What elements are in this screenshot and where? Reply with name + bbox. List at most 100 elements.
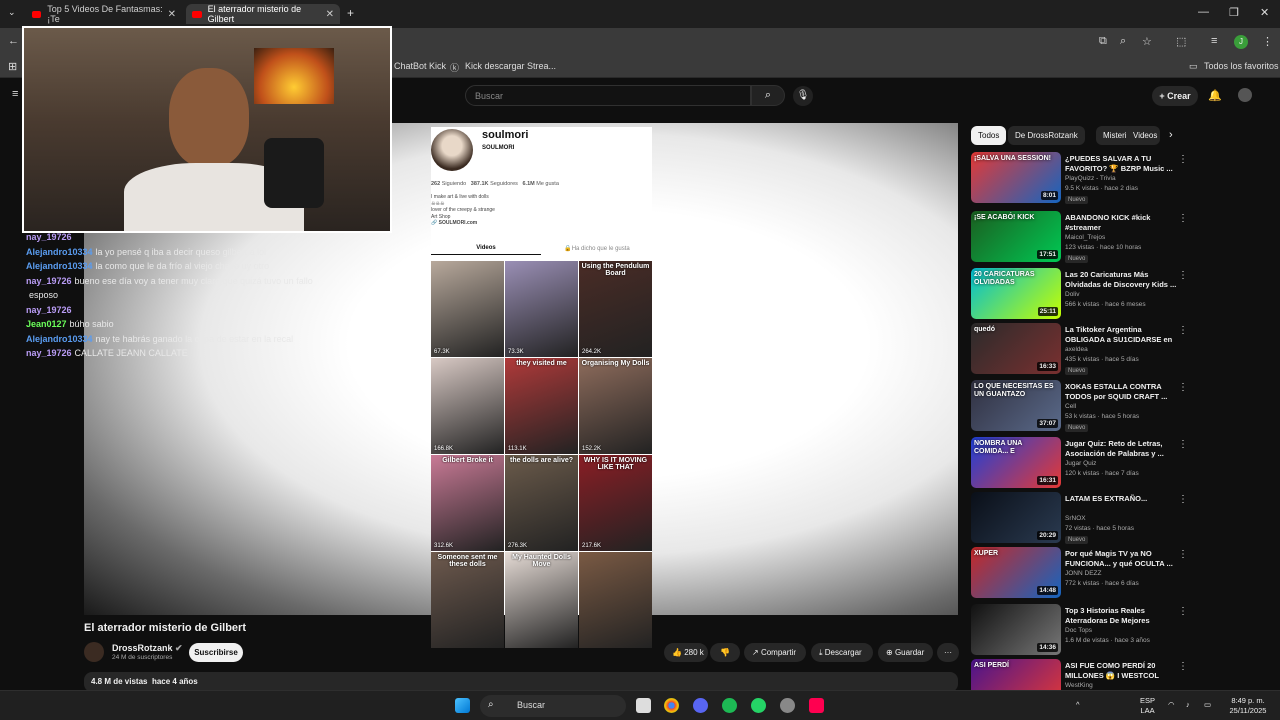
save-button[interactable]: ⊕ Guardar [878, 643, 933, 662]
hamburger-menu-icon[interactable]: ≡ [12, 88, 18, 100]
chip-dross[interactable]: De DrossRotzank [1008, 126, 1085, 145]
more-options-icon[interactable]: ⋮ [1178, 213, 1188, 224]
recommended-video[interactable]: quedó 16:33 La Tiktoker Argentina OBLIGADA… [971, 323, 1271, 377]
video-thumbnail[interactable]: LO QUE NECESITAS ES UN GUANTAZO 37:07 [971, 380, 1061, 431]
chip-todos[interactable]: Todos [971, 126, 1007, 145]
recommended-video[interactable]: NOMBRA UNA COMIDA... E 16:31 Jugar Quiz: R… [971, 437, 1271, 491]
channel-name[interactable]: Jugar Quiz [1065, 460, 1096, 467]
tiktok-video-thumbnail[interactable]: My Haunted Dolls Move [505, 552, 578, 648]
chat-username[interactable]: nay_19726 [26, 305, 72, 315]
spotify-icon[interactable] [722, 698, 737, 713]
whatsapp-icon[interactable] [751, 698, 766, 713]
channel-name[interactable]: JONN DEZZ [1065, 570, 1101, 577]
apps-icon[interactable]: ⊞ [8, 60, 17, 73]
channel-name[interactable]: Doliv [1065, 291, 1079, 298]
video-title[interactable]: Jugar Quiz: Reto de Letras, Asociación d… [1065, 439, 1177, 459]
minimize-icon[interactable]: — [1198, 6, 1209, 18]
channel-name[interactable]: WestKing [1065, 682, 1093, 689]
channel-name[interactable]: DrossRotzank ✔ [112, 643, 183, 654]
bookmark-kick-descargar[interactable]: Kick descargar Strea... [465, 61, 556, 71]
more-options-icon[interactable]: ⋮ [1178, 439, 1188, 450]
subscribe-button[interactable]: Suscribirse [189, 643, 243, 662]
tiktok-video-thumbnail[interactable]: the dolls are alive? 276.3K [505, 455, 578, 551]
cast-icon[interactable]: ⧉ [1099, 35, 1107, 48]
tiktok-video-thumbnail[interactable]: 166.8K [431, 358, 504, 454]
bookmark-star-icon[interactable]: ☆ [1142, 35, 1152, 48]
like-button[interactable]: 👍 280 k [664, 643, 708, 662]
video-title[interactable]: LATAM ES EXTRAÑO... [1065, 494, 1177, 504]
channel-name[interactable]: SrNOX [1065, 515, 1086, 522]
video-description[interactable]: 4.8 M de vistas hace 4 años [84, 672, 958, 692]
video-title[interactable]: ASI FUE COMO PERDÍ 20 MILLONES 😱 I WESTC… [1065, 661, 1177, 681]
video-thumbnail[interactable]: ¡SALVA UNA SESSION! 8:01 [971, 152, 1061, 203]
more-options-icon[interactable]: ⋮ [1178, 661, 1188, 672]
channel-name[interactable]: Cell [1065, 403, 1076, 410]
discord-icon[interactable] [693, 698, 708, 713]
profile-avatar[interactable]: J [1234, 35, 1248, 49]
back-icon[interactable]: ← [8, 35, 19, 47]
chat-username[interactable]: Alejandro10334 [26, 247, 93, 257]
tiktok-video-thumbnail[interactable]: Organising My Dolls 152.2K [579, 358, 652, 454]
reading-list-icon[interactable]: ≡ [1211, 35, 1217, 47]
create-button[interactable]: + Crear [1152, 86, 1198, 106]
video-title[interactable]: Por qué Magis TV ya NO FUNCIONA... y qué… [1065, 549, 1177, 569]
video-title[interactable]: ABANDONO KICK #kick #streamer [1065, 213, 1177, 233]
tiktok-icon[interactable] [809, 698, 824, 713]
more-options-icon[interactable]: ⋮ [1178, 270, 1188, 281]
more-options-icon[interactable]: ⋮ [1178, 549, 1188, 560]
channel-name[interactable]: Doc Tops [1065, 627, 1092, 634]
tab-ghost-videos[interactable]: Top 5 Videos De Fantasmas: ¡Te ✕ [26, 4, 182, 24]
start-icon[interactable] [455, 698, 470, 713]
video-title[interactable]: XOKAS ESTALLA CONTRA TODOS por SQUID CRA… [1065, 382, 1177, 402]
tab-videos[interactable]: Videos [431, 245, 541, 255]
channel-name[interactable]: PlayQuizz - Trivia [1065, 175, 1116, 182]
chip-videos[interactable]: Videos [1126, 126, 1160, 145]
notifications-bell-icon[interactable]: 🔔 [1208, 89, 1222, 102]
video-thumbnail[interactable]: NOMBRA UNA COMIDA... E 16:31 [971, 437, 1061, 488]
recommended-video[interactable]: XUPER 14:48 Por qué Magis TV ya NO FUNCION… [971, 547, 1271, 601]
video-title[interactable]: ¿PUEDES SALVAR A TU FAVORITO? 🏆 BZRP Mus… [1065, 154, 1177, 174]
video-thumbnail[interactable]: quedó 16:33 [971, 323, 1061, 374]
bookmark-chatbot-kick[interactable]: ChatBot Kick [394, 61, 446, 71]
tab-liked[interactable]: 🔒Ha dicho que le gusta [542, 245, 652, 252]
recommended-video[interactable]: 20:29 LATAM ES EXTRAÑO... SrNOX 72 vistas ·… [971, 492, 1271, 546]
channel-name[interactable]: Maicol_Trejos [1065, 234, 1105, 241]
video-title[interactable]: La Tiktoker Argentina OBLIGADA a SU1CIDA… [1065, 325, 1177, 346]
recommended-video[interactable]: ¡SE ACABÓ! KICK 17:51 ABANDONO KICK #kick … [971, 211, 1271, 265]
more-options-icon[interactable]: ⋮ [1178, 154, 1188, 165]
clock[interactable]: 8:49 p. m. 25/11/2025 [1222, 696, 1274, 716]
battery-icon[interactable]: ▭ [1204, 700, 1211, 710]
tiktok-video-thumbnail[interactable]: 73.3K [505, 261, 578, 357]
menu-icon[interactable]: ⋮ [1262, 35, 1273, 48]
video-thumbnail[interactable]: ¡SE ACABÓ! KICK 17:51 [971, 211, 1061, 262]
more-actions-button[interactable]: ··· [937, 643, 959, 662]
share-button[interactable]: ↗ Compartir [744, 643, 806, 662]
new-tab-button[interactable]: + [347, 6, 354, 20]
search-input[interactable]: Buscar [465, 85, 751, 106]
taskbar-search[interactable]: Buscar [480, 695, 626, 717]
zoom-icon[interactable]: ⌕ [1120, 35, 1126, 48]
tab-list-icon[interactable]: ⌄ [8, 7, 16, 18]
tiktok-video-thumbnail[interactable]: Using the Pendulum Board 264.2K [579, 261, 652, 357]
tiktok-video-thumbnail[interactable]: they visited me 113.1K [505, 358, 578, 454]
download-button[interactable]: ⤓ Descargar [811, 643, 873, 662]
dislike-button[interactable]: 👎 [710, 643, 740, 662]
account-avatar[interactable] [1238, 88, 1252, 102]
recommended-video[interactable]: 14:36 Top 3 Historias Reales Aterradoras … [971, 604, 1271, 658]
channel-avatar[interactable] [84, 642, 104, 662]
wifi-icon[interactable]: ◠ [1168, 700, 1175, 710]
keyboard-language[interactable]: ESP LAA [1140, 696, 1155, 716]
all-bookmarks[interactable]: Todos los favoritos [1204, 61, 1279, 71]
task-view-icon[interactable] [636, 698, 651, 713]
more-options-icon[interactable]: ⋮ [1178, 325, 1188, 336]
channel-name[interactable]: axeldea [1065, 346, 1088, 353]
video-thumbnail[interactable]: 20:29 [971, 492, 1061, 543]
maximize-icon[interactable]: ❐ [1229, 6, 1239, 19]
more-options-icon[interactable]: ⋮ [1178, 606, 1188, 617]
chat-username[interactable]: nay_19726 [26, 348, 72, 358]
chat-username[interactable]: nay_19726 [26, 232, 72, 242]
tiktok-video-thumbnail[interactable]: Someone sent me these dolls [431, 552, 504, 648]
video-thumbnail[interactable]: 14:36 [971, 604, 1061, 655]
video-thumbnail[interactable]: 20 CARICATURAS OLVIDADAS 25:11 [971, 268, 1061, 319]
close-window-icon[interactable]: ✕ [1260, 6, 1269, 19]
